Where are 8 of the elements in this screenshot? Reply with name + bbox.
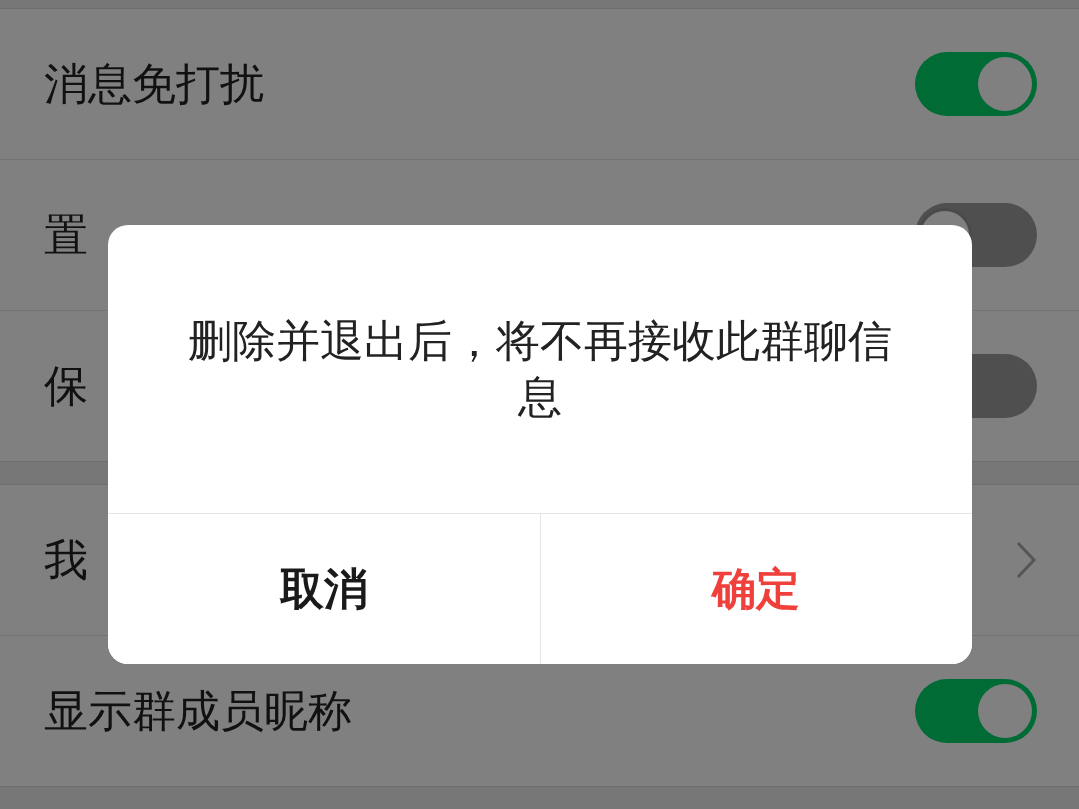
setting-label: 我 (44, 532, 88, 587)
setting-label: 显示群成员昵称 (44, 683, 352, 738)
setting-label: 消息免打扰 (44, 56, 264, 111)
setting-label: 保 (44, 358, 88, 413)
setting-label: 置 (44, 207, 88, 262)
chevron-right-icon (1015, 540, 1037, 580)
dialog-message: 删除并退出后，将不再接收此群聊信息 (187, 314, 893, 424)
confirm-button[interactable]: 确定 (539, 514, 972, 664)
